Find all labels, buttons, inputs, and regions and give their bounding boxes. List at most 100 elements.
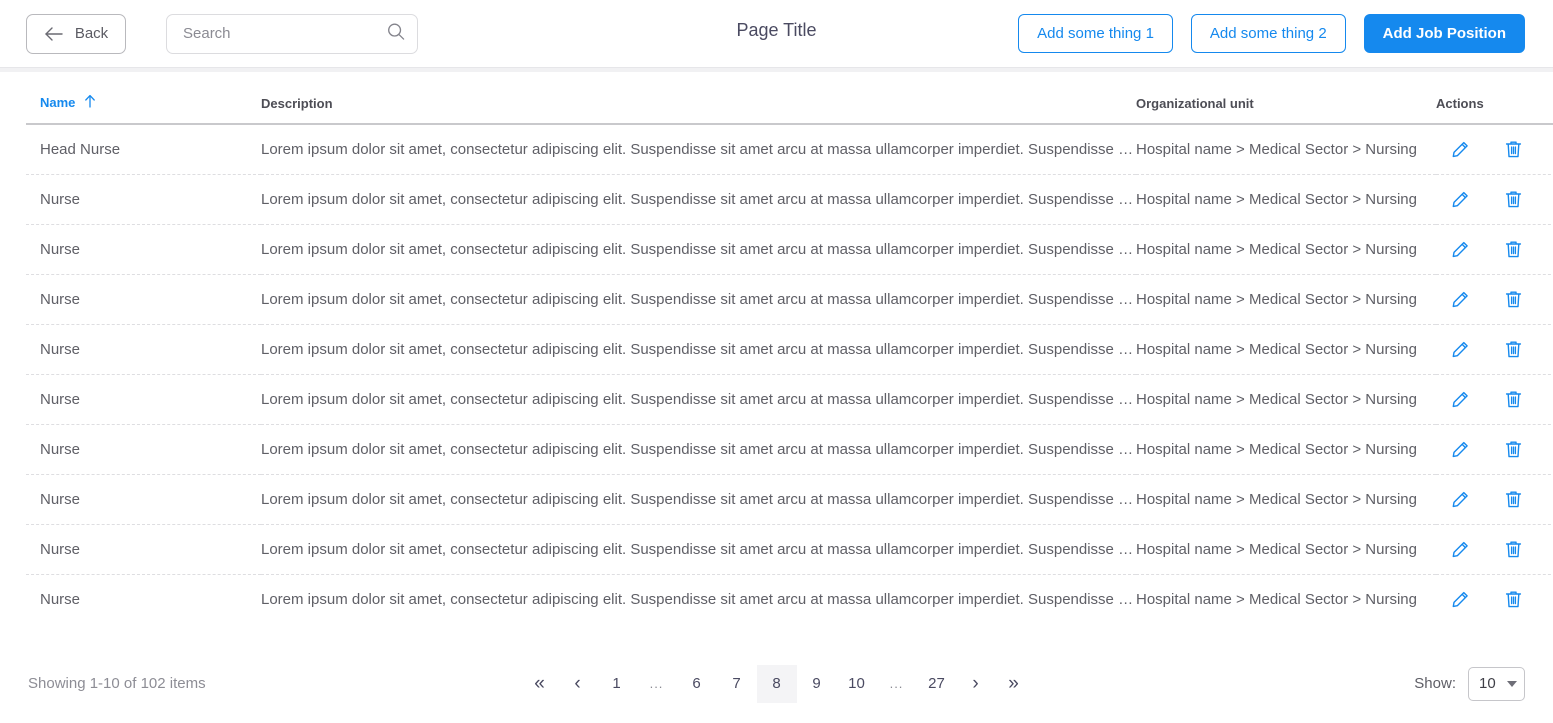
cell-name: Head Nurse [26, 124, 261, 175]
cell-organizational-unit: Hospital name > Medical Sector > Nursing [1136, 374, 1436, 425]
pagination: «‹ 1... 6 7 8 9 10... 27 ›» [0, 664, 1553, 703]
cell-organizational-unit: Hospital name > Medical Sector > Nursing [1136, 174, 1436, 225]
delete-trash-icon[interactable] [1505, 140, 1522, 158]
table-footer: Showing 1-10 of 102 items «‹ 1... 6 7 8 9 10..… [0, 644, 1553, 723]
edit-pencil-icon[interactable] [1452, 591, 1469, 608]
table-container: Name Description Organizational unit Act… [0, 72, 1553, 624]
cell-description: Lorem ipsum dolor sit amet, consectetur … [261, 274, 1136, 325]
table-row[interactable]: Nurse Lorem ipsum dolor sit amet, consect… [26, 174, 1553, 225]
cell-organizational-unit: Hospital name > Medical Sector > Nursing [1136, 590, 1417, 608]
add-some-thing-1-button[interactable]: Add some thing 1 [1018, 14, 1173, 53]
arrow-left-icon [44, 26, 63, 41]
column-header-actions: Actions [1436, 72, 1553, 125]
pagination-ellipsis: ... [877, 665, 917, 703]
edit-pencil-icon[interactable] [1452, 341, 1469, 358]
edit-pencil-icon[interactable] [1452, 391, 1469, 408]
cell-description: Lorem ipsum dolor sit amet, consectetur … [261, 224, 1136, 275]
edit-pencil-icon[interactable] [1452, 141, 1469, 158]
cell-actions [1436, 374, 1553, 425]
prev-page-button[interactable]: ‹ [559, 665, 597, 703]
cell-actions [1436, 574, 1553, 624]
cell-description: Lorem ipsum dolor sit amet, consectetur … [261, 524, 1136, 575]
cell-organizational-unit: Hospital name > Medical Sector > Nursing [1136, 324, 1436, 375]
table-row[interactable]: Nurse Lorem ipsum dolor sit amet, consect… [26, 574, 1553, 624]
header-actions: Add some thing 1 Add some thing 2 Add Jo… [1018, 14, 1525, 53]
delete-trash-icon[interactable] [1505, 390, 1522, 408]
delete-trash-icon[interactable] [1505, 340, 1522, 358]
delete-trash-icon[interactable] [1505, 240, 1522, 258]
pagination-page-9[interactable]: 9 [797, 665, 837, 703]
edit-pencil-icon[interactable] [1452, 441, 1469, 458]
search-field [166, 13, 418, 54]
next-page-button[interactable]: › [957, 665, 995, 703]
delete-trash-icon[interactable] [1505, 440, 1522, 458]
cell-organizational-unit: Hospital name > Medical Sector > Nursing [1136, 424, 1436, 475]
page-size-label: Show: [1414, 675, 1456, 692]
add-some-thing-2-button[interactable]: Add some thing 2 [1190, 14, 1346, 53]
delete-trash-icon[interactable] [1505, 540, 1522, 558]
delete-trash-icon[interactable] [1505, 490, 1522, 508]
cell-actions [1436, 474, 1553, 525]
cell-description: Lorem ipsum dolor sit amet, consectetur … [261, 424, 1136, 475]
cell-actions [1436, 124, 1553, 175]
first-page-button[interactable]: « [521, 665, 559, 703]
table-row[interactable]: Nurse Lorem ipsum dolor sit amet, consect… [26, 424, 1553, 475]
delete-trash-icon[interactable] [1505, 290, 1522, 308]
delete-trash-icon[interactable] [1505, 190, 1522, 208]
column-header-name[interactable]: Name [26, 72, 261, 125]
table-header-row: Name Description Organizational unit Act… [26, 72, 1553, 125]
edit-pencil-icon[interactable] [1452, 291, 1469, 308]
cell-organizational-unit: Hospital name > Medical Sector > Nursing [1136, 274, 1436, 325]
back-button-label: Back [74, 25, 109, 42]
cell-description: Lorem ipsum dolor sit amet, consectetur … [261, 474, 1136, 525]
cell-name: Nurse [40, 590, 81, 608]
column-header-name-label: Name [40, 95, 76, 110]
pagination-page-27[interactable]: 27 [917, 665, 957, 703]
edit-pencil-icon[interactable] [1452, 241, 1469, 258]
cell-description: Lorem ipsum dolor sit amet, consectetur … [261, 124, 1136, 175]
job-positions-table: Name Description Organizational unit Act… [26, 72, 1553, 624]
edit-pencil-icon[interactable] [1452, 541, 1469, 558]
table-row[interactable]: Nurse Lorem ipsum dolor sit amet, consect… [26, 274, 1553, 325]
pagination-page-1[interactable]: 1 [597, 665, 637, 703]
back-button[interactable]: Back [26, 13, 126, 54]
table-body: Head Nurse Lorem ipsum dolor sit amet, co… [26, 124, 1553, 624]
cell-name: Nurse [26, 424, 261, 475]
cell-description: Lorem ipsum dolor sit amet, consectetur … [261, 590, 1136, 608]
cell-name: Nurse [26, 174, 261, 225]
pagination-page-10[interactable]: 10 [837, 665, 877, 703]
add-job-position-button[interactable]: Add Job Position [1363, 14, 1525, 53]
page-size-select[interactable]: 10 [1468, 666, 1525, 701]
arrow-up-icon[interactable] [84, 94, 96, 111]
cell-actions [1436, 524, 1553, 575]
search-input[interactable] [166, 13, 418, 54]
cell-name: Nurse [26, 474, 261, 525]
edit-pencil-icon[interactable] [1452, 491, 1469, 508]
edit-pencil-icon[interactable] [1452, 191, 1469, 208]
cell-name: Nurse [26, 374, 261, 425]
cell-name: Nurse [26, 324, 261, 375]
cell-actions [1436, 224, 1553, 275]
last-page-button[interactable]: » [995, 665, 1033, 703]
table-row[interactable]: Nurse Lorem ipsum dolor sit amet, consect… [26, 524, 1553, 575]
pagination-page-8[interactable]: 8 [756, 664, 797, 703]
page-size-value: 10 [1479, 675, 1496, 692]
column-header-organizational-unit[interactable]: Organizational unit [1136, 72, 1436, 125]
cell-organizational-unit: Hospital name > Medical Sector > Nursing [1136, 474, 1436, 525]
pagination-page-7[interactable]: 7 [717, 665, 757, 703]
delete-trash-icon[interactable] [1505, 590, 1522, 608]
cell-actions [1436, 324, 1553, 375]
cell-name: Nurse [26, 224, 261, 275]
table-row[interactable]: Nurse Lorem ipsum dolor sit amet, consect… [26, 224, 1553, 275]
cell-organizational-unit: Hospital name > Medical Sector > Nursing [1136, 224, 1436, 275]
chevron-down-icon [1507, 680, 1517, 687]
table-row[interactable]: Nurse Lorem ipsum dolor sit amet, consect… [26, 324, 1553, 375]
table-row[interactable]: Nurse Lorem ipsum dolor sit amet, consect… [26, 374, 1553, 425]
column-header-description[interactable]: Description [261, 72, 1136, 125]
pagination-page-6[interactable]: 6 [677, 665, 717, 703]
table-row[interactable]: Head Nurse Lorem ipsum dolor sit amet, co… [26, 124, 1553, 175]
top-bar: Back Page Title Add some thing 1 Add som… [0, 0, 1553, 67]
table-row[interactable]: Nurse Lorem ipsum dolor sit amet, consect… [26, 474, 1553, 525]
cell-name: Nurse [26, 524, 261, 575]
cell-description: Lorem ipsum dolor sit amet, consectetur … [261, 374, 1136, 425]
